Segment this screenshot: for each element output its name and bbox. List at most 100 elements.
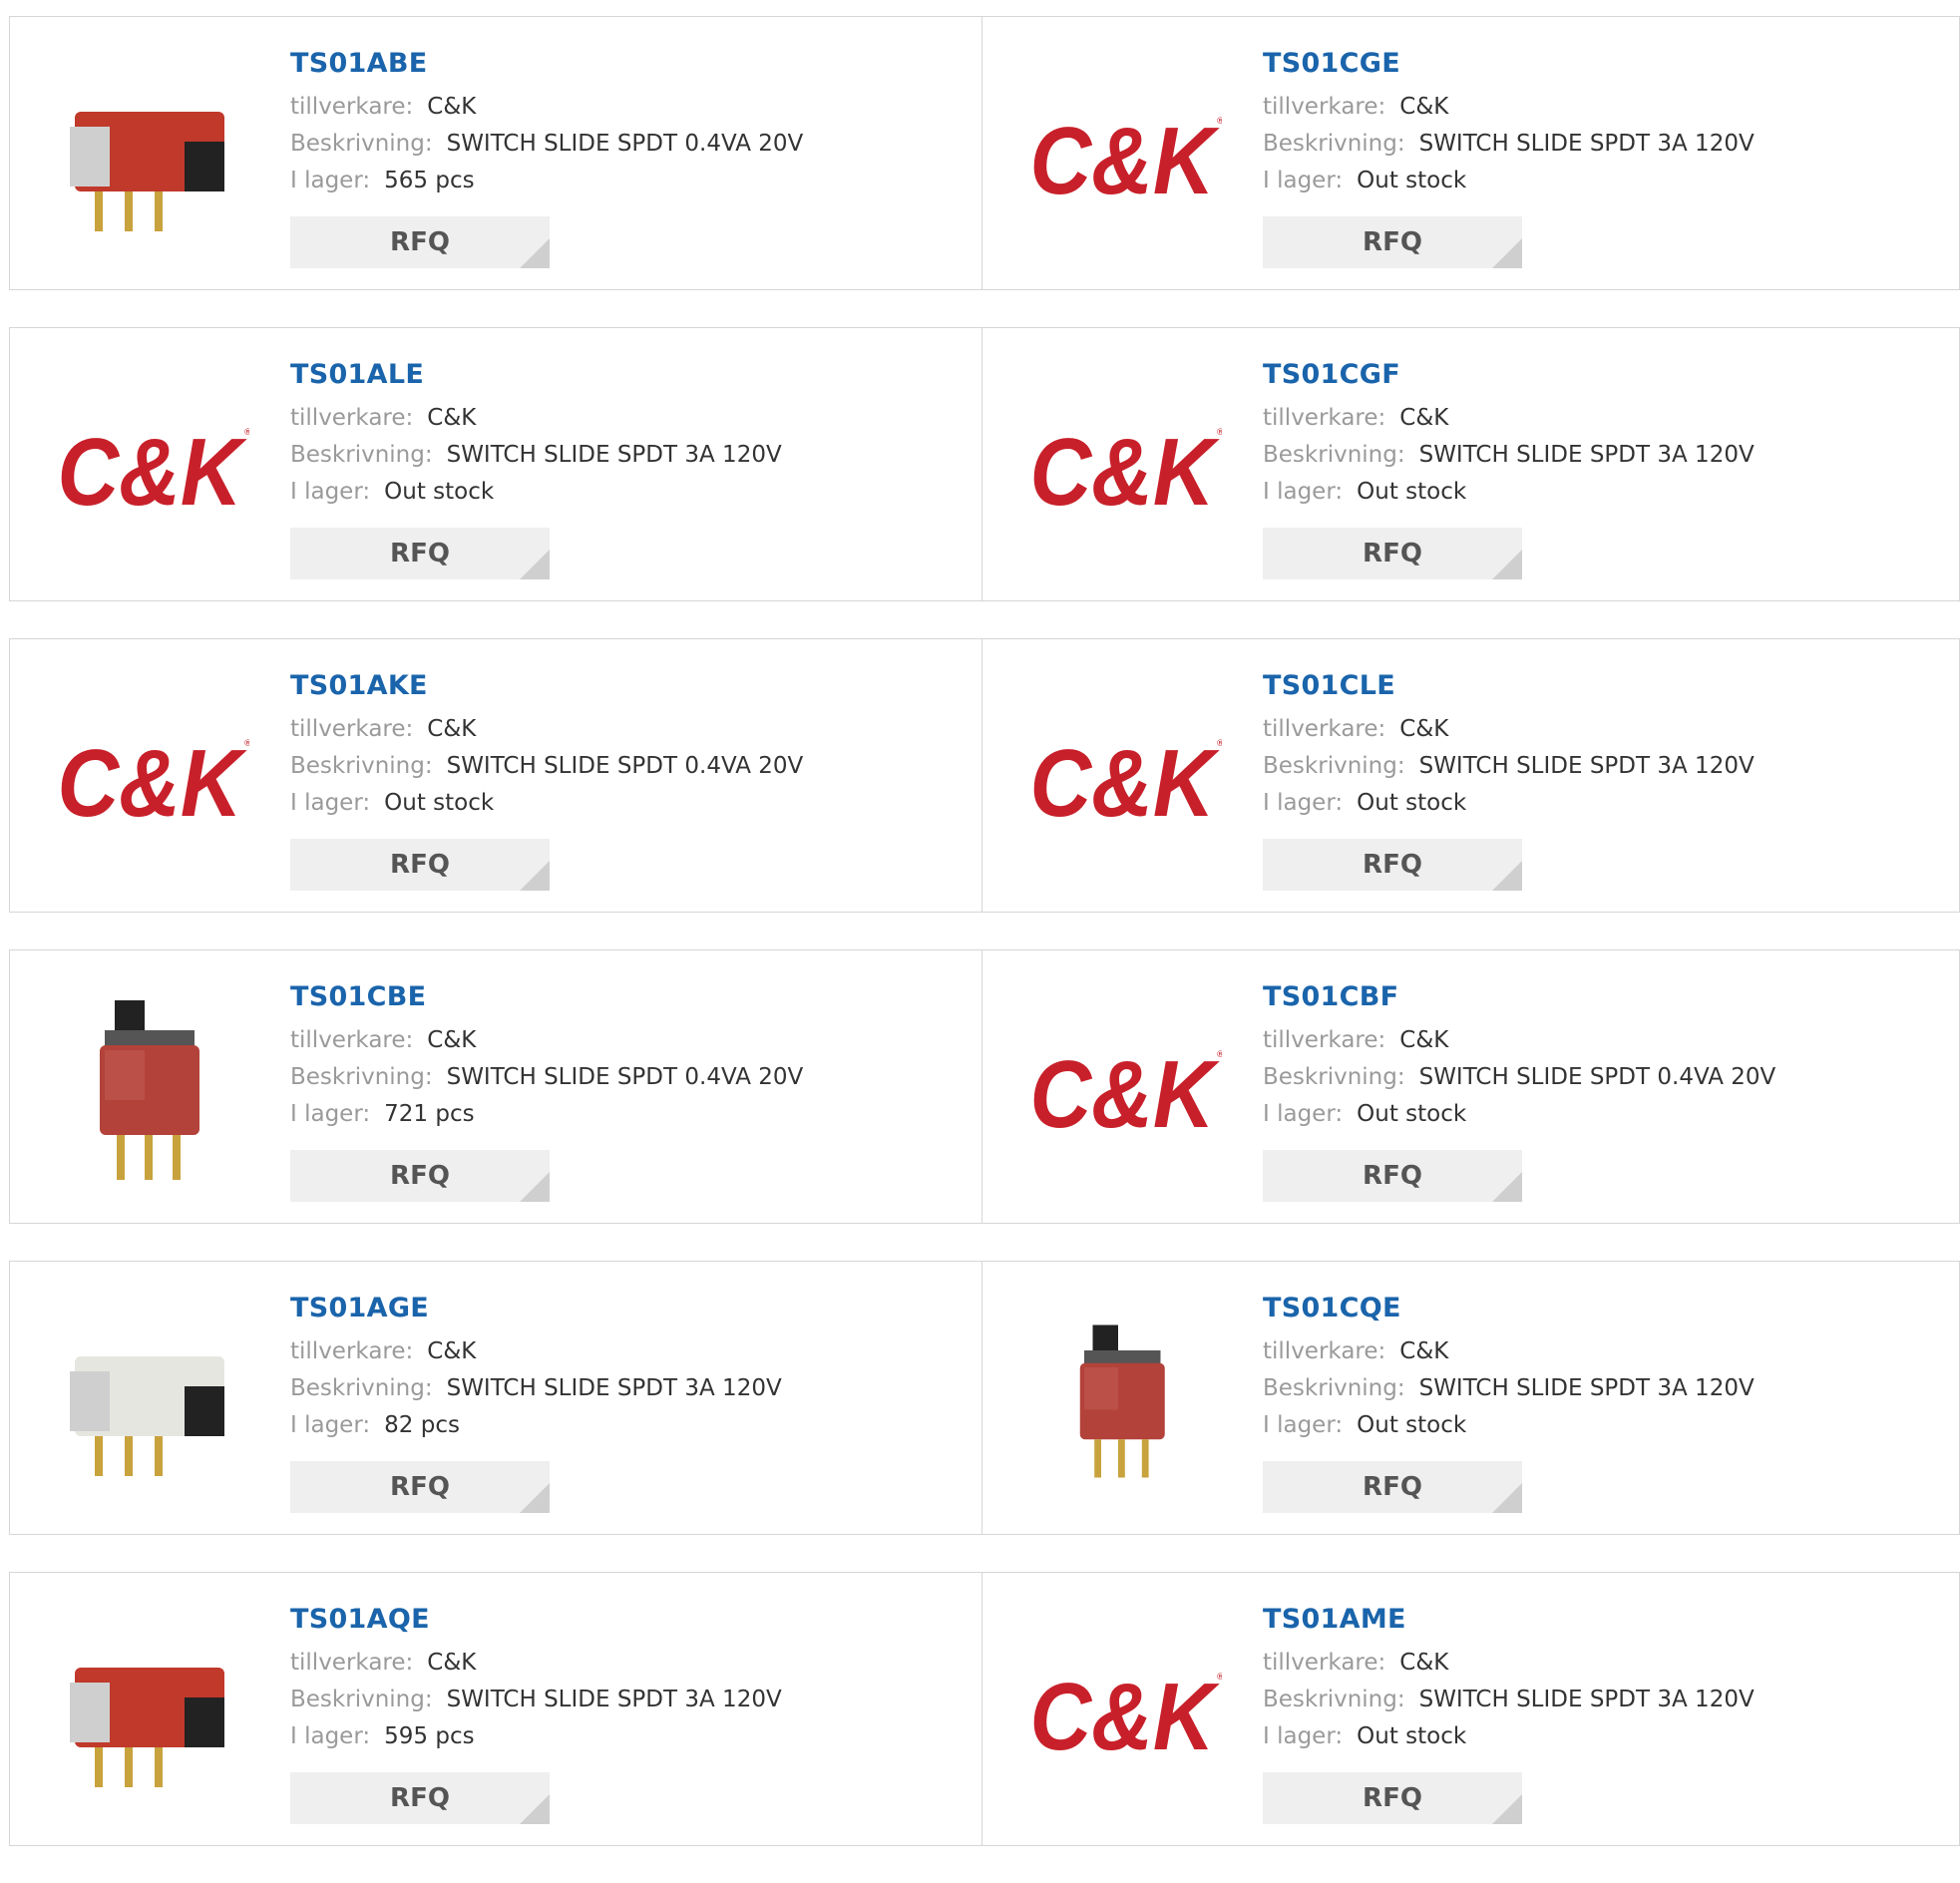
- rfq-button[interactable]: RFQ: [290, 528, 550, 579]
- product-info: TS01CGF tillverkare: C&K Beskrivning: SWIT…: [1263, 358, 1755, 511]
- description-label: Beskrivning:: [1263, 1687, 1405, 1712]
- description-label: Beskrivning:: [290, 1687, 433, 1712]
- product-image[interactable]: [50, 1613, 249, 1812]
- description-line: Beskrivning: SWITCH SLIDE SPDT 3A 120V: [1263, 126, 1755, 163]
- part-number-link[interactable]: TS01ALE: [290, 358, 782, 392]
- stock-value: Out stock: [1357, 1723, 1467, 1749]
- product-image[interactable]: [50, 990, 249, 1190]
- svg-text:C&K: C&K: [1030, 730, 1221, 834]
- product-image[interactable]: C&K ®: [1022, 679, 1223, 879]
- product-image[interactable]: C&K ®: [50, 368, 250, 567]
- stock-value: Out stock: [1357, 479, 1467, 505]
- product-card-ts01abe: TS01ABE tillverkare: C&K Beskrivning: SWIT…: [9, 16, 982, 290]
- part-number-link[interactable]: TS01AME: [1263, 1603, 1755, 1637]
- product-card-ts01ale: C&K ® TS01ALE tillverkare: C&K Beskrivnin…: [9, 327, 982, 601]
- product-card-ts01cge: C&K ® TS01CGE tillverkare: C&K Beskrivnin…: [982, 16, 1960, 290]
- part-number-link[interactable]: TS01CGE: [1263, 47, 1755, 81]
- manufacturer-value: C&K: [1399, 716, 1449, 742]
- product-image[interactable]: C&K ®: [1022, 990, 1223, 1190]
- description-value: SWITCH SLIDE SPDT 0.4VA 20V: [446, 753, 804, 779]
- stock-line: I lager: 565 pcs: [290, 163, 803, 199]
- product-image[interactable]: C&K ®: [50, 679, 250, 879]
- stock-line: I lager: Out stock: [1263, 1096, 1775, 1133]
- manufacturer-line: tillverkare: C&K: [290, 89, 803, 126]
- ck-logo-icon: C&K ®: [1030, 419, 1223, 523]
- product-image[interactable]: C&K ®: [1022, 1613, 1223, 1812]
- rfq-button[interactable]: RFQ: [290, 1772, 550, 1824]
- manufacturer-value: C&K: [427, 405, 477, 431]
- corner-triangle-icon: [1492, 550, 1522, 579]
- ck-logo-icon: C&K ®: [1030, 1041, 1223, 1145]
- manufacturer-value: C&K: [1399, 1027, 1449, 1053]
- svg-text:®: ®: [1216, 428, 1222, 438]
- rfq-button[interactable]: RFQ: [290, 216, 550, 268]
- manufacturer-label: tillverkare:: [290, 716, 414, 742]
- corner-triangle-icon: [520, 1483, 550, 1513]
- part-number-link[interactable]: TS01CQE: [1263, 1292, 1755, 1325]
- manufacturer-label: tillverkare:: [290, 1650, 414, 1676]
- description-line: Beskrivning: SWITCH SLIDE SPDT 0.4VA 20V: [290, 1059, 803, 1096]
- description-value: SWITCH SLIDE SPDT 3A 120V: [1418, 1687, 1755, 1712]
- product-card-ts01cle: C&K ® TS01CLE tillverkare: C&K Beskrivnin…: [982, 638, 1960, 913]
- stock-value: Out stock: [1357, 168, 1467, 193]
- manufacturer-label: tillverkare:: [1263, 405, 1386, 431]
- rfq-button[interactable]: RFQ: [1263, 1461, 1522, 1513]
- description-value: SWITCH SLIDE SPDT 3A 120V: [446, 1687, 782, 1712]
- stock-line: I lager: Out stock: [1263, 163, 1755, 199]
- description-value: SWITCH SLIDE SPDT 0.4VA 20V: [446, 131, 804, 157]
- part-number-link[interactable]: TS01AQE: [290, 1603, 782, 1637]
- product-row: TS01AGE tillverkare: C&K Beskrivning: SWIT…: [9, 1261, 1960, 1535]
- stock-label: I lager:: [1263, 168, 1344, 193]
- rfq-button[interactable]: RFQ: [1263, 216, 1522, 268]
- part-number-link[interactable]: TS01AGE: [290, 1292, 782, 1325]
- product-card-ts01ake: C&K ® TS01AKE tillverkare: C&K Beskrivnin…: [9, 638, 982, 913]
- rfq-label: RFQ: [390, 227, 450, 257]
- product-card-ts01cqe: TS01CQE tillverkare: C&K Beskrivning: SWIT…: [982, 1261, 1960, 1535]
- product-image[interactable]: C&K ®: [1022, 368, 1223, 567]
- description-label: Beskrivning:: [1263, 753, 1405, 779]
- part-number-link[interactable]: TS01AKE: [290, 669, 803, 703]
- product-info: TS01ALE tillverkare: C&K Beskrivning: SWIT…: [290, 358, 782, 511]
- manufacturer-line: tillverkare: C&K: [1263, 711, 1755, 748]
- product-image[interactable]: [50, 1302, 249, 1501]
- part-number-link[interactable]: TS01CGF: [1263, 358, 1755, 392]
- rfq-button[interactable]: RFQ: [1263, 1150, 1522, 1202]
- ck-logo-icon: C&K ®: [1030, 1664, 1223, 1767]
- rfq-button[interactable]: RFQ: [1263, 839, 1522, 891]
- manufacturer-line: tillverkare: C&K: [290, 1645, 782, 1682]
- rfq-button[interactable]: RFQ: [290, 1150, 550, 1202]
- corner-triangle-icon: [1492, 1172, 1522, 1202]
- rfq-label: RFQ: [1363, 1161, 1422, 1191]
- part-number-link[interactable]: TS01ABE: [290, 47, 803, 81]
- rfq-button[interactable]: RFQ: [1263, 1772, 1522, 1824]
- product-image[interactable]: [50, 57, 249, 256]
- svg-text:®: ®: [1216, 1050, 1222, 1060]
- part-number-link[interactable]: TS01CLE: [1263, 669, 1755, 703]
- description-line: Beskrivning: SWITCH SLIDE SPDT 0.4VA 20V: [290, 126, 803, 163]
- description-label: Beskrivning:: [290, 131, 433, 157]
- description-value: SWITCH SLIDE SPDT 3A 120V: [1418, 442, 1755, 468]
- product-info: TS01AME tillverkare: C&K Beskrivning: SWIT…: [1263, 1603, 1755, 1755]
- rfq-button[interactable]: RFQ: [290, 839, 550, 891]
- svg-text:®: ®: [1216, 739, 1222, 749]
- product-card-ts01aqe: TS01AQE tillverkare: C&K Beskrivning: SWIT…: [9, 1572, 982, 1846]
- description-value: SWITCH SLIDE SPDT 3A 120V: [1418, 1375, 1755, 1401]
- manufacturer-label: tillverkare:: [1263, 1027, 1386, 1053]
- rfq-button[interactable]: RFQ: [1263, 528, 1522, 579]
- manufacturer-label: tillverkare:: [290, 1338, 414, 1364]
- product-info: TS01CLE tillverkare: C&K Beskrivning: SWIT…: [1263, 669, 1755, 822]
- corner-triangle-icon: [520, 1794, 550, 1824]
- part-number-link[interactable]: TS01CBF: [1263, 980, 1775, 1014]
- product-row: TS01ABE tillverkare: C&K Beskrivning: SWIT…: [9, 16, 1960, 290]
- product-card-ts01cbe: TS01CBE tillverkare: C&K Beskrivning: SWIT…: [9, 949, 982, 1224]
- product-card-ts01ame: C&K ® TS01AME tillverkare: C&K Beskrivnin…: [982, 1572, 1960, 1846]
- stock-value: 82 pcs: [384, 1412, 460, 1438]
- description-label: Beskrivning:: [290, 1064, 433, 1090]
- rfq-label: RFQ: [1363, 850, 1422, 880]
- part-number-link[interactable]: TS01CBE: [290, 980, 803, 1014]
- svg-text:C&K: C&K: [1030, 1664, 1221, 1767]
- rfq-button[interactable]: RFQ: [290, 1461, 550, 1513]
- product-image[interactable]: C&K ®: [1022, 57, 1223, 256]
- product-image[interactable]: [1022, 1302, 1222, 1501]
- product-row: TS01AQE tillverkare: C&K Beskrivning: SWIT…: [9, 1572, 1960, 1846]
